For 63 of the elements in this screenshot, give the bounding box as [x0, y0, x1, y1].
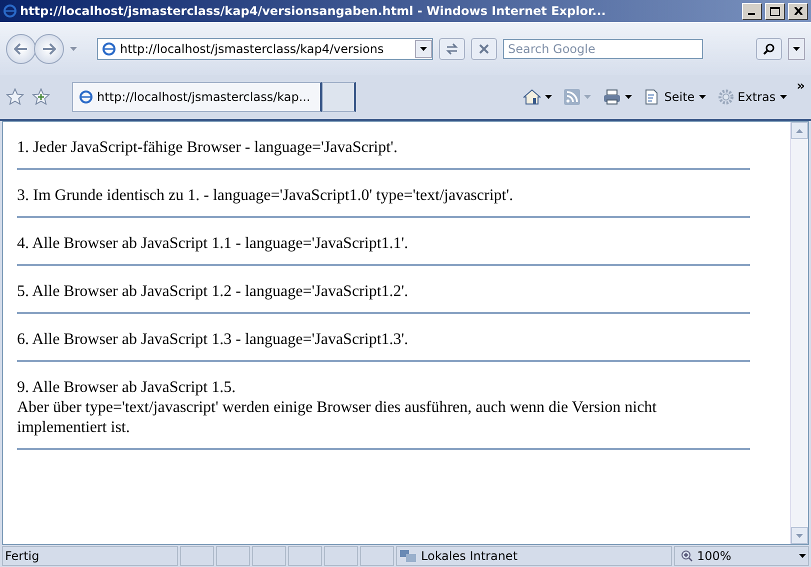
- caret-icon: [420, 47, 427, 51]
- status-panel: [324, 546, 358, 566]
- page-icon: [644, 89, 660, 105]
- paragraph: 9. Alle Browser ab JavaScript 1.5. Aber über type='text/javascript' werden einige Browser dies ausführen, auch wenn die Version nicht implementiert ist.: [17, 366, 750, 450]
- maximize-button[interactable]: [765, 2, 785, 20]
- status-panel: [360, 546, 394, 566]
- caret-icon: [698, 95, 706, 99]
- close-button[interactable]: [788, 2, 808, 20]
- add-favorite-icon[interactable]: [32, 88, 50, 106]
- forward-arrow-icon: [42, 43, 56, 55]
- feed-icon: [564, 89, 580, 105]
- caret-icon: [793, 47, 800, 51]
- page-button[interactable]: Seite: [642, 85, 708, 109]
- status-panel: [252, 546, 286, 566]
- search-button[interactable]: [756, 38, 782, 60]
- search-options-button[interactable]: [788, 38, 805, 60]
- minimize-button[interactable]: [742, 2, 762, 20]
- tools-button[interactable]: Extras: [716, 85, 789, 109]
- caret-icon: [70, 47, 77, 51]
- refresh-button[interactable]: [439, 38, 465, 60]
- home-icon: [523, 89, 542, 105]
- caret-icon: [796, 534, 803, 538]
- close-icon: [794, 7, 802, 15]
- browser-tab[interactable]: http://localhost/jsmasterclass/kap...: [72, 82, 322, 112]
- status-panel: [216, 546, 250, 566]
- globe-icon: [79, 90, 93, 104]
- close-icon: [478, 43, 490, 55]
- caret-icon: [625, 95, 632, 99]
- stop-button[interactable]: [471, 38, 497, 60]
- refresh-icon: [445, 43, 459, 55]
- status-panel: [180, 546, 214, 566]
- paragraph: 6. Alle Browser ab JavaScript 1.3 - language='JavaScript1.3'.: [17, 318, 750, 362]
- globe-icon: [102, 42, 116, 56]
- more-button[interactable]: »: [796, 79, 805, 94]
- search-field[interactable]: Search Google: [503, 39, 703, 59]
- network-icon: [399, 549, 417, 563]
- paragraph: 4. Alle Browser ab JavaScript 1.1 - language='JavaScript1.1'.: [17, 222, 750, 266]
- zoom-icon: [681, 550, 693, 562]
- back-arrow-icon: [14, 43, 28, 55]
- zone-indicator: Lokales Intranet: [396, 546, 672, 566]
- globe-icon: [3, 4, 17, 18]
- gear-icon: [718, 89, 734, 105]
- caret-icon: [780, 95, 787, 99]
- caret-icon: [796, 128, 803, 132]
- forward-button[interactable]: [34, 34, 64, 64]
- status-panel: [288, 546, 322, 566]
- caret-icon: [545, 95, 552, 99]
- star-icon[interactable]: [6, 88, 24, 106]
- maximize-icon: [770, 6, 780, 16]
- dropdown-button[interactable]: [415, 40, 432, 58]
- back-button[interactable]: [6, 34, 36, 64]
- caret-icon: [584, 95, 592, 99]
- caret-icon: [799, 554, 806, 558]
- paragraph: 1. Jeder JavaScript-fähige Browser - language='JavaScript'.: [17, 126, 750, 170]
- status-text: Fertig: [2, 546, 178, 566]
- address-field[interactable]: http://localhost/jsmasterclass/kap4/versions: [97, 38, 433, 60]
- zoom-control[interactable]: 100%: [674, 546, 809, 566]
- paragraph: 5. Alle Browser ab JavaScript 1.2 - language='JavaScript1.2'.: [17, 270, 750, 314]
- paragraph: 3. Im Grunde identisch zu 1. - language='JavaScript1.0' type='text/javascript'.: [17, 174, 750, 218]
- search-icon: [763, 43, 775, 55]
- window-title: http://localhost/jsmasterclass/kap4/versionsangaben.html - Windows Internet Explor...: [20, 4, 607, 18]
- printer-icon: [603, 89, 622, 105]
- new-tab-button[interactable]: [322, 82, 356, 112]
